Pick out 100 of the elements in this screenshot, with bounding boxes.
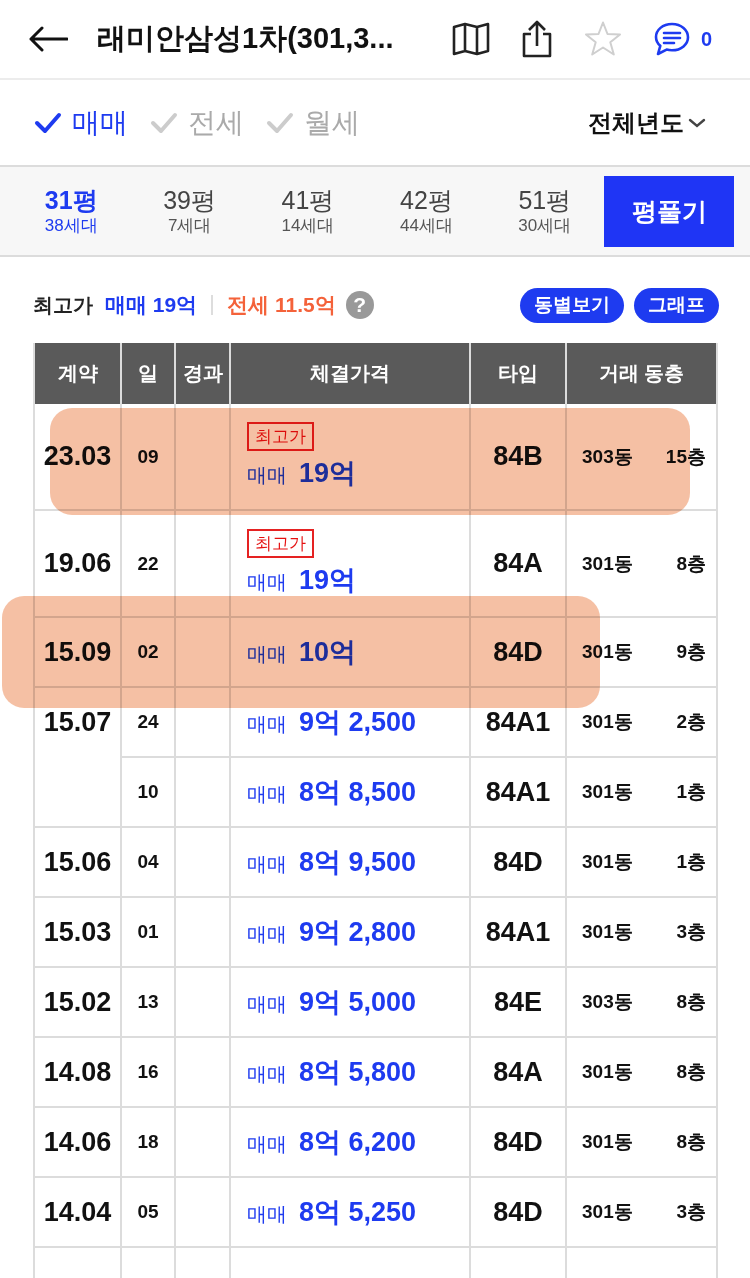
unit-type: 84E	[493, 986, 542, 1018]
unit-type: 84D	[493, 1126, 543, 1158]
building-number: 301동	[582, 850, 633, 874]
building-number: 301동	[582, 920, 633, 944]
deal-price: 8억 8,500	[299, 776, 417, 809]
building-number: 301동	[582, 710, 633, 734]
size-expand-button[interactable]: 평풀기	[604, 175, 734, 247]
floor-number: 3층	[676, 920, 706, 944]
building-number: 301동	[582, 640, 633, 664]
contract-month: 14.04	[43, 1196, 112, 1228]
deal-price: 8억 6,200	[299, 1126, 417, 1159]
building-number: 301동	[582, 1200, 633, 1224]
contract-day: 09	[137, 445, 159, 468]
deal-price: 8억 9,500	[299, 846, 417, 879]
floor-number: 8층	[676, 990, 706, 1014]
floor-number: 8층	[676, 1130, 706, 1154]
sale-highest-price: 매매 19억	[105, 292, 198, 318]
column-header: 경과	[182, 361, 223, 386]
floor-number: 3층	[676, 1200, 706, 1224]
unit-type: 84D	[493, 846, 543, 878]
contract-month: 15.03	[43, 916, 112, 948]
unit-type: 84A1	[485, 916, 551, 948]
record-high-tag: 최고가	[247, 529, 314, 558]
check-icon	[150, 111, 178, 134]
unit-type: 84A	[493, 1056, 543, 1088]
building-number: 301동	[582, 1060, 633, 1084]
building-number: 303동	[582, 990, 633, 1014]
record-high-tag: 최고가	[247, 422, 314, 451]
contract-month: 15.06	[43, 846, 112, 878]
comment-icon[interactable]	[652, 21, 691, 57]
deal-price: 9억 5,000	[299, 986, 417, 1019]
trade-type: 매매	[247, 463, 287, 488]
chevron-down-icon	[688, 117, 706, 128]
contract-month: 14.06	[43, 1126, 112, 1158]
unit-type: 84A	[493, 548, 543, 579]
column-header: 계약	[57, 361, 98, 386]
column-header: 거래 동층	[598, 361, 685, 386]
contract-month: 14.08	[43, 1056, 112, 1088]
deal-price: 9억 2,500	[299, 706, 417, 739]
contract-month: 15.02	[43, 986, 112, 1018]
trade-type: 매매	[247, 570, 287, 595]
floor-number: 1층	[676, 850, 706, 874]
contract-day: 16	[137, 1061, 159, 1083]
check-icon	[34, 111, 62, 134]
deal-price: 19억	[299, 564, 357, 597]
building-number: 301동	[582, 1130, 633, 1154]
view-option-button[interactable]: 동별보기	[520, 287, 624, 323]
column-header: 타입	[498, 361, 538, 386]
trade-type: 매매	[247, 642, 287, 667]
highest-price-label: 최고가	[33, 292, 93, 318]
floor-number: 9층	[676, 640, 706, 664]
contract-day: 18	[137, 1131, 159, 1153]
size-tab[interactable]: 31평 38세대	[12, 185, 131, 237]
trade-type: 매매	[247, 712, 287, 737]
contract-month: 19.06	[43, 547, 112, 579]
floor-number: 1층	[676, 780, 706, 804]
contract-day: 22	[137, 552, 159, 575]
deal-type-filter[interactable]: 매매	[34, 103, 128, 142]
contract-day: 04	[137, 851, 159, 873]
jeonse-highest-price: 전세 11.5억	[227, 292, 336, 318]
view-option-button[interactable]: 그래프	[634, 287, 719, 323]
contract-day: 01	[137, 921, 159, 943]
column-header: 일	[138, 361, 158, 386]
contract-day: 05	[137, 1201, 159, 1223]
floor-number: 8층	[676, 551, 706, 576]
back-arrow-icon[interactable]	[28, 26, 68, 52]
size-tab[interactable]: 51평 30세대	[485, 185, 605, 237]
contract-month: 15.07	[43, 706, 112, 738]
trade-type: 매매	[247, 852, 287, 877]
size-tab[interactable]: 42평 44세대	[367, 185, 486, 237]
star-icon[interactable]	[583, 21, 622, 57]
deal-price: 8억 5,250	[299, 1196, 417, 1229]
trade-type: 매매	[247, 1062, 287, 1087]
building-number: 301동	[582, 551, 633, 576]
contract-day: 10	[137, 781, 159, 803]
contract-day: 02	[137, 641, 159, 663]
map-icon[interactable]	[451, 22, 490, 56]
deal-price: 10억	[299, 636, 357, 669]
building-number: 303동	[582, 444, 633, 469]
trade-type: 매매	[247, 782, 287, 807]
building-number: 301동	[582, 780, 633, 804]
size-tab[interactable]: 41평 14세대	[248, 185, 368, 237]
trade-type: 매매	[247, 1202, 287, 1227]
contract-day: 24	[137, 711, 159, 733]
column-header: 체결가격	[310, 361, 390, 386]
size-tab[interactable]: 39평 7세대	[130, 185, 249, 237]
year-filter-dropdown[interactable]: 전체년도	[588, 106, 706, 139]
floor-number: 15층	[665, 444, 706, 469]
trade-type: 매매	[247, 1132, 287, 1157]
deal-price: 9억 2,800	[299, 916, 417, 949]
contract-month: 15.09	[43, 636, 112, 668]
unit-type: 84A1	[485, 706, 551, 738]
contract-day: 13	[137, 991, 159, 1013]
contract-month: 23.03	[43, 440, 112, 472]
unit-type: 84A1	[485, 776, 551, 808]
share-icon[interactable]	[520, 20, 553, 58]
trade-type: 매매	[247, 992, 287, 1017]
comment-count: 0	[700, 27, 712, 51]
floor-number: 2층	[676, 710, 706, 734]
floor-number: 8층	[676, 1060, 706, 1084]
